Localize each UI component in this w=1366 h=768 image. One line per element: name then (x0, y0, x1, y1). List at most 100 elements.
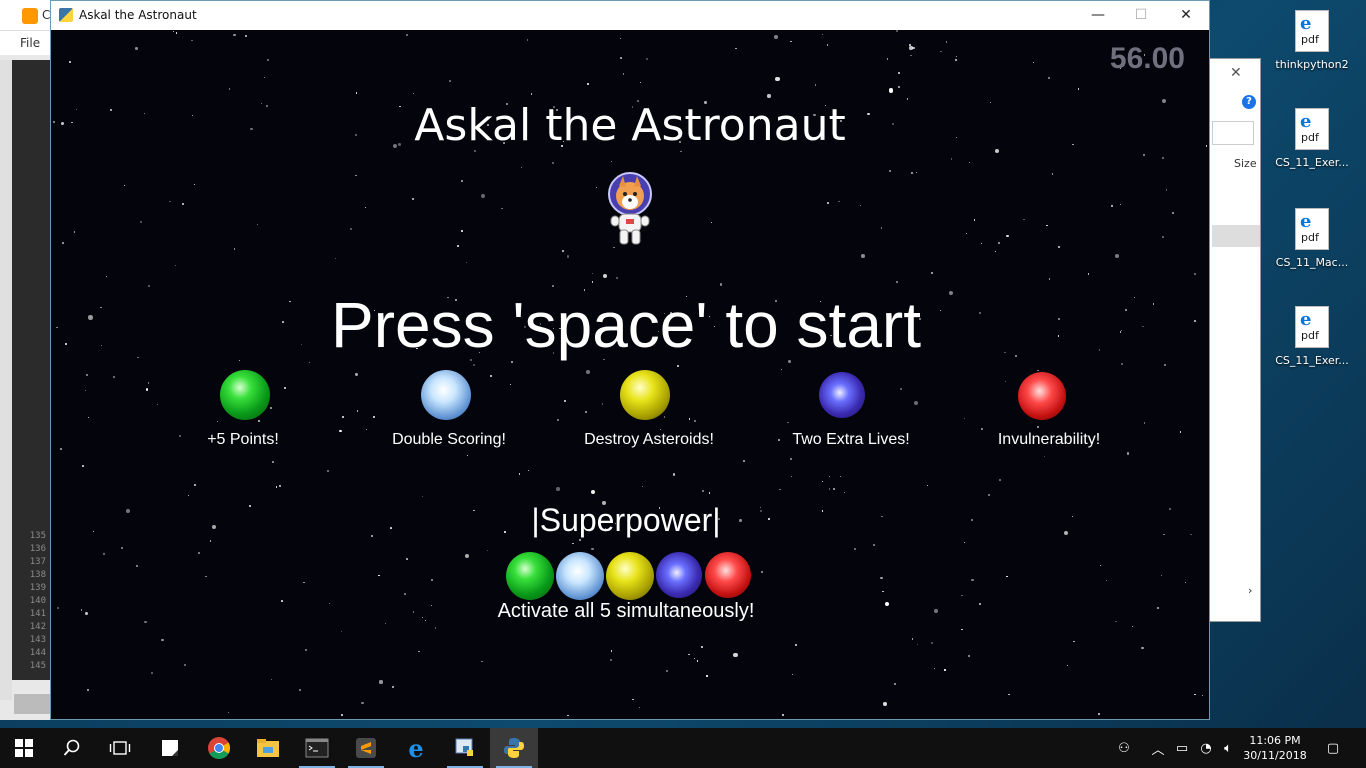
star (896, 281, 898, 283)
star (1179, 431, 1182, 433)
star (157, 403, 159, 406)
start-button[interactable] (0, 728, 48, 768)
star (490, 375, 492, 377)
game-window[interactable]: Askal the Astronaut — ☐ ✕ 56.00 Askal th… (50, 0, 1210, 720)
star (616, 277, 619, 280)
taskbar-sticky-notes[interactable] (146, 728, 194, 768)
star (1049, 278, 1051, 280)
star (843, 491, 846, 494)
star (193, 483, 196, 486)
star (139, 220, 142, 223)
taskbar-python[interactable] (490, 728, 538, 768)
battery-button[interactable]: ▭ (1170, 728, 1194, 768)
powerup-label: Two Extra Lives! (792, 431, 910, 448)
minimize-button[interactable]: — (1075, 1, 1121, 30)
star (916, 644, 918, 646)
star (87, 416, 90, 419)
game-title: Askal the Astronaut (414, 100, 846, 151)
star (673, 473, 676, 476)
star (1194, 693, 1196, 696)
star (1105, 580, 1107, 582)
star (461, 230, 464, 232)
action-center-button[interactable]: ▢ (1318, 728, 1348, 768)
powerup-label: Double Scoring! (392, 431, 506, 448)
task-view-button[interactable] (96, 728, 144, 768)
explorer-close-icon[interactable]: ✕ (1230, 65, 1242, 81)
star (406, 33, 409, 36)
taskbar-terminal[interactable] (293, 728, 341, 768)
star (1066, 664, 1069, 666)
star (373, 416, 376, 419)
desktop-icon-pdf[interactable]: e pdf thinkpython2 (1272, 10, 1352, 71)
taskbar: e ⚇ ︿ ▭ ◔ 🔈︎ 11:06 PM 30/11/2018 ▢ (0, 728, 1366, 768)
star (1037, 425, 1039, 428)
star (1172, 212, 1174, 215)
star (466, 262, 468, 264)
editor-line-gutter: 135 136 137 138 139 140 141 142 143 144 … (12, 60, 50, 680)
line-number: 139 (29, 583, 46, 593)
star (973, 219, 975, 221)
star (779, 488, 781, 491)
desktop-icon-pdf[interactable]: e pdf CS_11_Exer... (1272, 108, 1352, 169)
explorer-search-box[interactable] (1212, 121, 1254, 145)
pdf-file-icon: e pdf (1295, 10, 1329, 52)
star (182, 203, 184, 205)
volume-button[interactable]: 🔈︎ (1216, 728, 1240, 768)
volume-icon: 🔈︎ (1224, 740, 1232, 756)
taskbar-chrome[interactable] (195, 728, 243, 768)
star (584, 411, 587, 414)
taskbar-sublime-text[interactable] (342, 728, 390, 768)
star (530, 92, 533, 95)
desktop-icon-pdf[interactable]: e pdf CS_11_Mac... (1272, 208, 1352, 269)
star (701, 645, 704, 648)
powerup-yellow-orb (620, 370, 670, 420)
help-icon[interactable]: ? (1242, 95, 1256, 109)
editor-panel-toggle[interactable] (14, 694, 50, 714)
maximize-button[interactable]: ☐ (1118, 1, 1164, 30)
system-clock[interactable]: 11:06 PM 30/11/2018 (1240, 733, 1310, 763)
desktop-icon-pdf[interactable]: e pdf CS_11_Exer... (1272, 306, 1352, 367)
taskbar-file-explorer[interactable] (244, 728, 292, 768)
star (954, 59, 957, 62)
star (966, 232, 968, 234)
star (566, 255, 570, 259)
star (773, 35, 778, 40)
star (733, 653, 738, 658)
selected-row[interactable] (1212, 225, 1260, 247)
wifi-button[interactable]: ◔ (1194, 728, 1218, 768)
column-header-size[interactable]: Size (1234, 157, 1257, 170)
people-button[interactable]: ⚇ (1110, 728, 1138, 768)
star (1165, 189, 1168, 191)
scroll-right-icon[interactable]: › (1248, 584, 1252, 597)
star (121, 547, 123, 549)
star (1077, 88, 1080, 90)
star (632, 699, 634, 701)
chrome-icon (208, 737, 230, 759)
star (356, 410, 359, 412)
show-hidden-icons-button[interactable]: ︿ (1146, 728, 1170, 768)
star (880, 576, 883, 579)
game-canvas[interactable]: 56.00 Askal the Astronaut Press 'space' … (51, 30, 1209, 719)
star (150, 671, 153, 674)
close-button[interactable]: ✕ (1163, 1, 1209, 30)
star (245, 34, 248, 37)
star (839, 475, 841, 477)
file-explorer-window[interactable]: ✕ ? Size › (1205, 58, 1261, 622)
desktop-icon-label: CS_11_Exer... (1275, 156, 1349, 169)
powerup-red-orb (1018, 372, 1066, 420)
star (887, 58, 889, 60)
search-button[interactable] (48, 728, 96, 768)
game-titlebar[interactable]: Askal the Astronaut — ☐ ✕ (51, 1, 1209, 30)
star (791, 673, 793, 675)
star (1120, 203, 1122, 205)
star (968, 162, 971, 164)
star (930, 272, 933, 275)
star (391, 685, 394, 688)
taskbar-edge[interactable]: e (392, 728, 440, 768)
star (968, 655, 970, 657)
star (1131, 625, 1133, 627)
star (1046, 225, 1048, 227)
line-number: 145 (29, 661, 46, 671)
taskbar-python-idle[interactable] (441, 728, 489, 768)
star (619, 38, 621, 40)
